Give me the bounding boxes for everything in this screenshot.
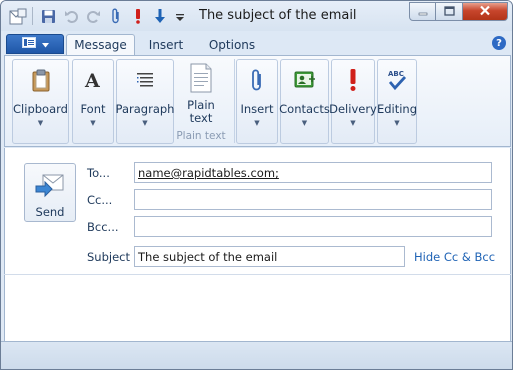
chevron-down-icon: ▼ bbox=[254, 119, 260, 127]
insert-button[interactable]: Insert ▼ bbox=[236, 59, 278, 144]
title-bar: The subject of the email bbox=[1, 1, 512, 31]
undo-icon[interactable] bbox=[62, 7, 80, 25]
customize-dropdown-icon[interactable] bbox=[171, 7, 189, 25]
paragraph-button[interactable]: Paragraph ▼ bbox=[116, 59, 174, 144]
app-icon[interactable] bbox=[9, 8, 27, 25]
clipboard-button[interactable]: Clipboard ▼ bbox=[12, 59, 69, 144]
delivery-label: Delivery bbox=[329, 102, 377, 116]
attach-icon[interactable] bbox=[107, 7, 125, 25]
send-icon bbox=[35, 171, 65, 202]
contacts-button[interactable]: Contacts ▼ bbox=[279, 59, 330, 144]
send-button[interactable]: Send bbox=[24, 163, 76, 222]
tab-options[interactable]: Options bbox=[200, 34, 264, 55]
to-field[interactable]: name@rapidtables.com; bbox=[134, 162, 492, 183]
svg-text:ABC: ABC bbox=[388, 70, 404, 78]
exclamation-icon bbox=[337, 64, 369, 96]
chevron-down-icon: ▼ bbox=[301, 119, 308, 127]
insert-label: Insert bbox=[240, 102, 274, 116]
font-icon: A bbox=[77, 64, 109, 96]
ribbon-separator bbox=[234, 59, 235, 143]
plain-text-button[interactable]: Plain text bbox=[173, 60, 229, 128]
status-bar bbox=[1, 341, 512, 369]
message-body[interactable] bbox=[4, 275, 511, 341]
close-button[interactable] bbox=[463, 2, 508, 21]
bcc-button[interactable]: Bcc... bbox=[87, 220, 119, 234]
chevron-down-icon: ▼ bbox=[394, 119, 400, 127]
paragraph-icon bbox=[129, 64, 161, 96]
save-icon[interactable] bbox=[39, 7, 57, 25]
bcc-field[interactable] bbox=[134, 216, 492, 237]
close-icon bbox=[479, 5, 491, 19]
font-button[interactable]: A Font ▼ bbox=[72, 59, 114, 144]
paragraph-label: Paragraph bbox=[115, 102, 175, 116]
clipboard-icon bbox=[25, 64, 57, 96]
tab-message[interactable]: Message bbox=[66, 34, 135, 55]
editing-label: Editing bbox=[376, 102, 418, 116]
ribbon-tab-row: Message Insert Options ? bbox=[4, 31, 511, 55]
minimize-icon bbox=[418, 5, 428, 19]
svg-text:A: A bbox=[84, 70, 100, 92]
chevron-down-icon: ▼ bbox=[142, 119, 148, 127]
plain-text-icon bbox=[189, 63, 213, 96]
editing-button[interactable]: ABC Editing ▼ bbox=[377, 59, 417, 144]
cc-button[interactable]: Cc... bbox=[87, 193, 112, 207]
contacts-icon bbox=[289, 64, 321, 96]
subject-field[interactable]: The subject of the email bbox=[134, 246, 405, 267]
hide-cc-bcc-link[interactable]: Hide Cc & Bcc bbox=[414, 250, 495, 264]
paperclip-icon bbox=[241, 64, 273, 96]
font-label: Font bbox=[80, 102, 106, 116]
recipient[interactable]: name@rapidtables.com; bbox=[138, 166, 279, 180]
maximize-icon bbox=[443, 5, 455, 19]
plain-text-group-label: Plain text bbox=[176, 130, 226, 142]
email-compose-window: The subject of the email Message Insert … bbox=[0, 0, 513, 370]
compose-header: Send To... name@rapidtables.com; Cc... B… bbox=[4, 148, 511, 275]
spellcheck-icon: ABC bbox=[381, 64, 413, 96]
subject-label: Subject bbox=[87, 250, 130, 264]
clipboard-label: Clipboard bbox=[13, 102, 68, 116]
help-icon[interactable]: ? bbox=[492, 36, 506, 50]
plain-text-label: Plain text bbox=[187, 98, 215, 125]
file-menu-icon bbox=[21, 37, 36, 51]
send-label: Send bbox=[35, 205, 65, 219]
contacts-label: Contacts bbox=[279, 102, 330, 116]
window-controls bbox=[409, 2, 508, 21]
qat-separator bbox=[32, 7, 33, 25]
file-menu-button[interactable] bbox=[6, 34, 64, 54]
low-importance-icon[interactable] bbox=[151, 7, 169, 25]
window-title: The subject of the email bbox=[199, 8, 357, 23]
high-importance-icon[interactable] bbox=[129, 7, 147, 25]
delivery-button[interactable]: Delivery ▼ bbox=[329, 59, 377, 144]
chevron-down-icon: ▼ bbox=[350, 119, 356, 127]
maximize-button[interactable] bbox=[436, 2, 463, 21]
redo-icon[interactable] bbox=[84, 7, 102, 25]
to-button[interactable]: To... bbox=[87, 166, 110, 180]
ribbon: Clipboard ▼ A Font ▼ Paragraph ▼ Plain t… bbox=[4, 55, 511, 147]
tab-insert[interactable]: Insert bbox=[140, 34, 192, 55]
plain-text-group: Plain text Plain text bbox=[169, 56, 233, 146]
chevron-down-icon bbox=[41, 37, 49, 51]
minimize-button[interactable] bbox=[409, 2, 436, 21]
chevron-down-icon: ▼ bbox=[90, 119, 96, 127]
cc-field[interactable] bbox=[134, 189, 492, 210]
chevron-down-icon: ▼ bbox=[37, 119, 44, 127]
